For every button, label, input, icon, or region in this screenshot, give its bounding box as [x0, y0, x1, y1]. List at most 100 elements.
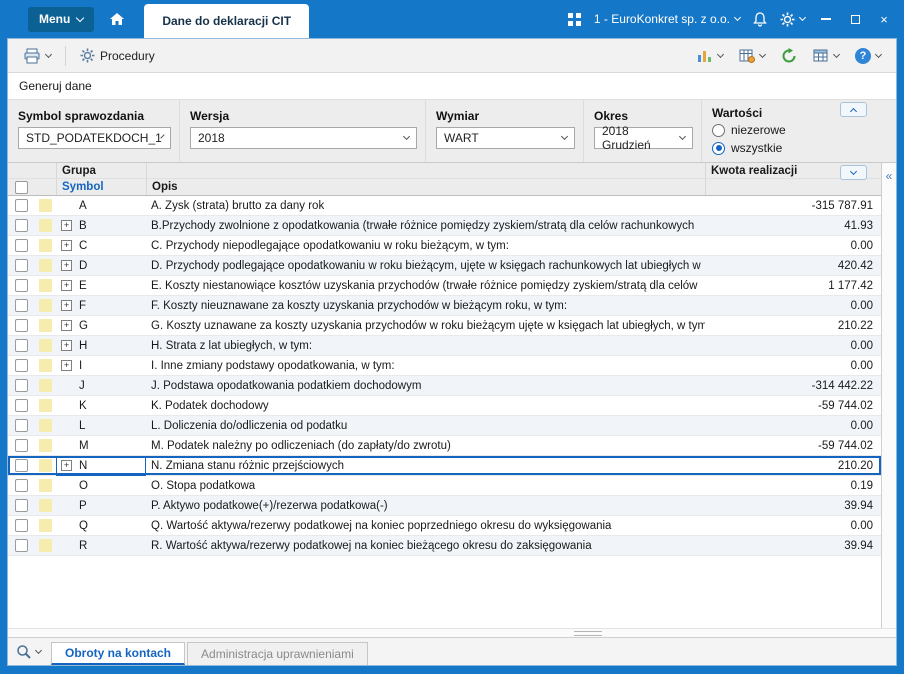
- row-checkbox[interactable]: [14, 459, 28, 472]
- menu-button[interactable]: Menu: [28, 6, 95, 32]
- table-row[interactable]: + C C. Przychody niepodlegające opodatkowa…: [8, 236, 881, 256]
- table-row[interactable]: P P. Aktywo podatkowe(+)/rezerwa podatkow…: [8, 496, 881, 516]
- horizontal-splitter[interactable]: [8, 628, 896, 637]
- table-row[interactable]: + B B.Przychody zwolnione z opodatkowania …: [8, 216, 881, 236]
- filter-label: Wersja: [190, 109, 230, 123]
- company-selector-label: 1 - EuroKonkret sp. z o.o.: [593, 12, 730, 26]
- filter-label: Wymiar: [436, 109, 480, 123]
- row-description: G. Koszty uznawane za koszty uzyskania p…: [151, 319, 705, 332]
- row-color-cell: [34, 519, 56, 532]
- help-button[interactable]: ?: [850, 44, 886, 68]
- expand-icon[interactable]: +: [61, 300, 72, 311]
- table-row[interactable]: J J. Podstawa opodatkowania podatkiem doc…: [8, 376, 881, 396]
- row-checkbox[interactable]: [14, 259, 28, 272]
- notifications-bell-button[interactable]: [753, 11, 767, 27]
- row-amount: 0.00: [850, 419, 873, 432]
- table-row[interactable]: O O. Stopa podatkowa 0.19: [8, 476, 881, 496]
- row-checkbox[interactable]: [14, 519, 28, 532]
- refresh-button[interactable]: [776, 44, 802, 68]
- tab-dane-do-deklaracji-cit[interactable]: Dane do deklaracji CIT: [144, 4, 310, 38]
- row-checkbox[interactable]: [14, 239, 28, 252]
- minimize-button[interactable]: [818, 11, 834, 27]
- column-header-opis[interactable]: Opis: [146, 179, 705, 195]
- row-checkbox[interactable]: [14, 359, 28, 372]
- table-row[interactable]: Q Q. Wartość aktywa/rezerwy podatkowej na…: [8, 516, 881, 536]
- row-description: R. Wartość aktywa/rezerwy podatkowej na …: [151, 539, 592, 552]
- table-row[interactable]: + D D. Przychody podlegające opodatkowaniu…: [8, 256, 881, 276]
- table-row[interactable]: + E E. Koszty niestanowiące kosztów uzyska…: [8, 276, 881, 296]
- row-color-cell: [34, 279, 56, 292]
- row-checkbox[interactable]: [14, 499, 28, 512]
- collapse-panel-button[interactable]: «: [881, 163, 896, 628]
- table-icon: [813, 49, 828, 62]
- table-row[interactable]: A A. Zysk (strata) brutto za dany rok -315…: [8, 196, 881, 216]
- row-color-indicator: [38, 459, 52, 472]
- wersja-select[interactable]: 2018: [190, 127, 417, 149]
- expand-icon[interactable]: +: [61, 280, 72, 291]
- bottom-tab-obroty-na-kontach[interactable]: Obroty na kontach: [51, 642, 186, 665]
- column-header-grupa[interactable]: Grupa: [56, 163, 146, 179]
- row-checkbox[interactable]: [14, 379, 28, 392]
- table-row[interactable]: + F F. Koszty nieuznawane za koszty uzyska…: [8, 296, 881, 316]
- row-color-cell: [34, 239, 56, 252]
- table-row[interactable]: L L. Doliczenia do/odliczenia od podatku 0…: [8, 416, 881, 436]
- zoom-tool-button[interactable]: [14, 644, 49, 665]
- expand-icon[interactable]: +: [61, 320, 72, 331]
- row-checkbox[interactable]: [14, 399, 28, 412]
- print-button[interactable]: [18, 44, 56, 68]
- row-checkbox[interactable]: [14, 319, 28, 332]
- table-row[interactable]: + N N. Zmiana stanu różnic przejściowych 21…: [8, 456, 881, 476]
- printer-icon: [24, 48, 40, 63]
- chart-view-button[interactable]: [692, 45, 728, 67]
- row-checkbox[interactable]: [14, 199, 28, 212]
- expand-icon[interactable]: +: [61, 360, 72, 371]
- close-button[interactable]: ×: [876, 11, 892, 27]
- row-checkbox[interactable]: [14, 219, 28, 232]
- company-selector[interactable]: 1 - EuroKonkret sp. z o.o.: [593, 12, 742, 26]
- column-header-symbol[interactable]: Symbol: [56, 179, 146, 195]
- bottom-tab-administracja-uprawnieniami[interactable]: Administracja uprawnieniami: [187, 642, 368, 665]
- row-checkbox[interactable]: [14, 479, 28, 492]
- chevron-down-icon: [76, 13, 85, 22]
- row-checkbox[interactable]: [14, 539, 28, 552]
- maximize-icon: [850, 14, 860, 24]
- expand-icon[interactable]: +: [61, 460, 72, 471]
- row-amount: 1 177.42: [828, 279, 873, 292]
- wymiar-select[interactable]: WART: [436, 127, 575, 149]
- row-symbol-cell: K: [56, 400, 146, 412]
- generate-data-button[interactable]: Generuj dane: [19, 79, 92, 93]
- settings-gear-button[interactable]: [780, 12, 807, 27]
- row-checkbox[interactable]: [14, 419, 28, 432]
- scroll-up-button[interactable]: [840, 102, 867, 117]
- procedures-button[interactable]: Procedury: [75, 44, 160, 67]
- expand-icon[interactable]: +: [61, 220, 72, 231]
- table-row[interactable]: + G G. Koszty uznawane za koszty uzyskania…: [8, 316, 881, 336]
- table-row[interactable]: K K. Podatek dochodowy -59 744.02: [8, 396, 881, 416]
- table-view-button[interactable]: [808, 45, 844, 66]
- chevron-down-icon: [798, 13, 807, 22]
- expand-icon[interactable]: +: [61, 260, 72, 271]
- bottom-tab-label: Administracja uprawnieniami: [201, 647, 354, 661]
- double-chevron-left-icon: «: [885, 169, 893, 183]
- symbol-sprawozdania-select[interactable]: STD_PODATEKDOCH_1: [18, 127, 171, 149]
- row-checkbox[interactable]: [14, 299, 28, 312]
- table-row[interactable]: M M. Podatek należny po odliczeniach (do …: [8, 436, 881, 456]
- table-row[interactable]: R R. Wartość aktywa/rezerwy podatkowej na…: [8, 536, 881, 556]
- select-all-checkbox[interactable]: [14, 180, 28, 194]
- table-row[interactable]: + I I. Inne zmiany podstawy opodatkowania,…: [8, 356, 881, 376]
- scroll-down-button[interactable]: [840, 165, 867, 180]
- row-amount: 210.22: [837, 319, 873, 332]
- maximize-button[interactable]: [847, 11, 863, 27]
- apps-grid-icon[interactable]: [567, 12, 581, 26]
- grid-settings-button[interactable]: [734, 45, 770, 67]
- okres-select[interactable]: 2018 Grudzień: [594, 124, 693, 152]
- radio-wszystkie[interactable]: wszystkie: [712, 139, 888, 157]
- row-checkbox[interactable]: [14, 339, 28, 352]
- row-checkbox[interactable]: [14, 439, 28, 452]
- row-checkbox[interactable]: [14, 279, 28, 292]
- radio-niezerowe[interactable]: niezerowe: [712, 121, 888, 139]
- home-button[interactable]: [102, 7, 132, 32]
- table-row[interactable]: + H H. Strata z lat ubiegłych, w tym: 0.00: [8, 336, 881, 356]
- expand-icon[interactable]: +: [61, 340, 72, 351]
- expand-icon[interactable]: +: [61, 240, 72, 251]
